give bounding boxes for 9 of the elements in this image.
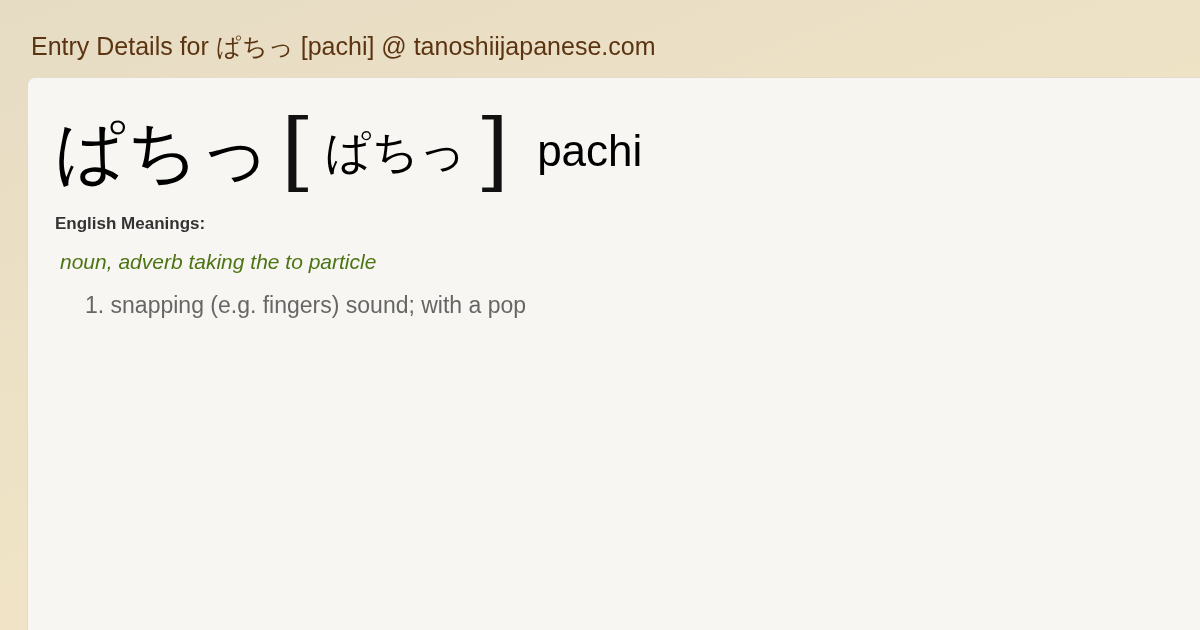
kana-reading: ぱちっ [324,128,466,174]
bracket: [ [281,108,315,194]
headword: ぱちっ [55,116,271,186]
meanings-label: English Meanings: [55,214,206,234]
page-title: Entry Details for ぱちっ [pachi] @ tanoshiijapanese.com [31,31,656,62]
part-of-speech: noun, adverb taking the to particle [60,250,377,274]
bracket: ] [475,108,510,194]
romaji-reading: pachi [537,126,643,176]
meaning-item: 1. snapping (e.g. fingers) sound; with a pop [85,292,527,319]
